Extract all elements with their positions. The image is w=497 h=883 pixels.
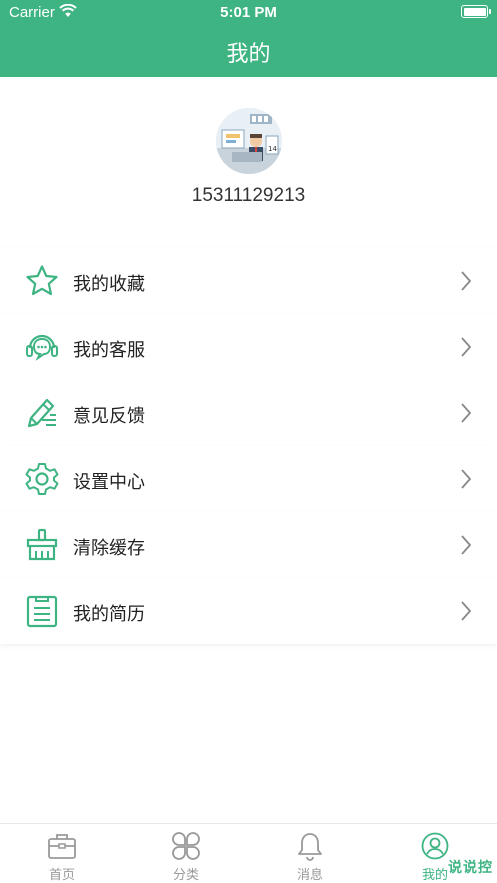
tab-category[interactable]: 分类 [124,831,248,883]
settings-menu: 我的收藏 我的客服 意见反馈 设置中心 清除缓存 我的简历 [0,248,497,644]
feedback-pen-icon [27,398,56,428]
menu-item-clear-cache[interactable]: 清除缓存 [0,512,497,578]
star-icon [26,265,58,296]
svg-text:14: 14 [268,145,277,153]
tab-label: 分类 [172,867,199,882]
chevron-right-icon [461,535,472,555]
header-bar: Carrier 5:01 PM 我的 [0,0,497,77]
user-phone-number: 15311129213 [191,185,306,206]
bottom-tab-bar: 首页 分类 消息 我的 说说控 [0,823,497,883]
tab-home[interactable]: 首页 [0,831,124,883]
bell-icon [298,833,322,861]
resume-icon [26,595,58,628]
grid-icon [172,832,200,860]
menu-item-label: 我的收藏 [73,274,145,294]
broom-icon [26,528,58,561]
menu-item-settings[interactable]: 设置中心 [0,446,497,512]
chevron-right-icon [461,469,472,489]
tab-label: 首页 [48,867,75,882]
menu-item-label: 意见反馈 [73,406,145,426]
avatar[interactable]: 14 [216,108,282,174]
chevron-right-icon [461,601,472,621]
user-icon [421,832,449,860]
menu-item-label: 我的客服 [73,340,145,360]
menu-item-favorites[interactable]: 我的收藏 [0,248,497,314]
menu-item-feedback[interactable]: 意见反馈 [0,380,497,446]
menu-item-label: 我的简历 [73,604,145,624]
chevron-right-icon [461,271,472,291]
menu-item-resume[interactable]: 我的简历 [0,578,497,644]
status-bar: Carrier 5:01 PM [0,0,497,26]
tab-messages[interactable]: 消息 [248,831,372,883]
avatar-image: 14 [216,108,282,174]
page-title: 我的 [226,41,271,66]
menu-item-label: 设置中心 [73,472,145,492]
menu-item-label: 清除缓存 [73,538,145,558]
battery-icon [461,5,491,18]
status-time: 5:01 PM [220,4,277,21]
chevron-right-icon [461,337,472,357]
briefcase-icon [48,834,76,859]
chevron-right-icon [461,403,472,423]
tab-label: 消息 [296,867,323,882]
headset-icon [26,334,58,361]
watermark-text: 说说控 [448,859,493,875]
menu-item-customer-service[interactable]: 我的客服 [0,314,497,380]
gear-icon [25,463,59,495]
